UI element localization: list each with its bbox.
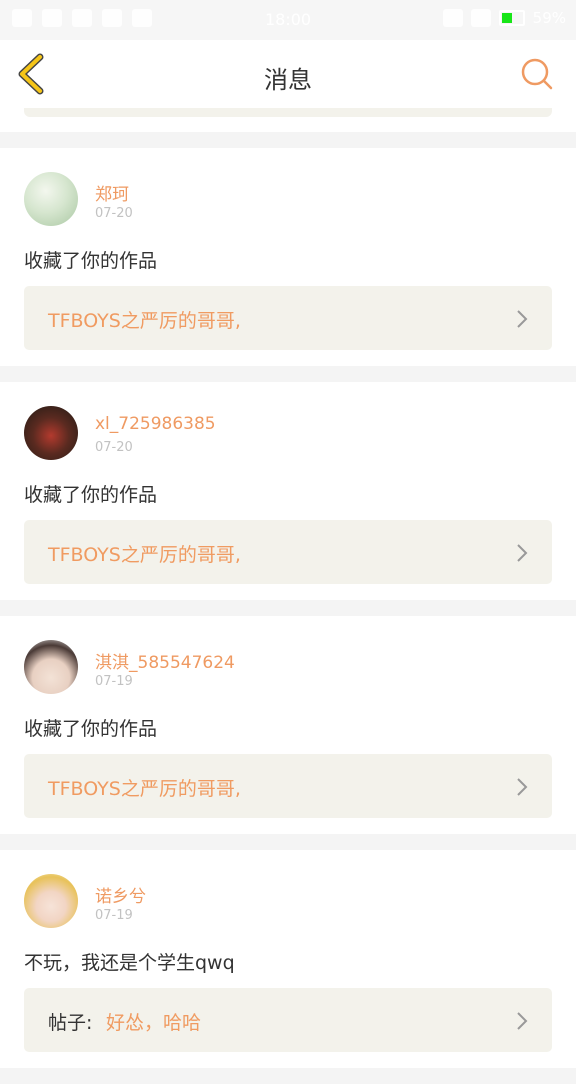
- status-icons-right: 59%: [442, 9, 566, 27]
- app-header: 消息: [0, 40, 576, 109]
- reference-box[interactable]: TFBOYS之严厉的哥哥,: [24, 286, 552, 350]
- message-item: 郑珂 07-20 收藏了你的作品 TFBOYS之严厉的哥哥,: [0, 148, 576, 366]
- chevron-right-icon: [517, 778, 528, 796]
- username[interactable]: 诺乡兮: [95, 882, 146, 907]
- reference-title: TFBOYS之严厉的哥哥,: [48, 778, 241, 800]
- reference-box[interactable]: TFBOYS之严厉的哥哥,: [24, 754, 552, 818]
- reference-label: 帖子:: [48, 1012, 93, 1034]
- username[interactable]: 淇淇_585547624: [95, 648, 235, 673]
- avatar[interactable]: [24, 406, 78, 460]
- reference-title: 好怂，哈哈: [106, 1012, 202, 1034]
- avatar[interactable]: [24, 640, 78, 694]
- username[interactable]: 郑珂: [95, 180, 129, 205]
- previous-message-card: [0, 108, 576, 132]
- message-date: 07-19: [95, 674, 133, 689]
- message-list: 郑珂 07-20 收藏了你的作品 TFBOYS之严厉的哥哥, xl_725986…: [0, 148, 576, 1084]
- message-text: 收藏了你的作品: [24, 718, 158, 740]
- wifi-icon: [442, 9, 463, 27]
- battery-icon: [498, 10, 525, 26]
- message-text: 不玩，我还是个学生qwq: [24, 952, 235, 974]
- avatar[interactable]: [24, 172, 78, 226]
- chevron-right-icon: [517, 1012, 528, 1030]
- battery-fill: [501, 13, 513, 23]
- reference-title: TFBOYS之严厉的哥哥,: [48, 544, 241, 566]
- status-bar: 18:00 59%: [0, 0, 576, 40]
- message-date: 07-19: [95, 908, 133, 923]
- message-text: 收藏了你的作品: [24, 250, 158, 272]
- message-item: 诺乡兮 07-19 不玩，我还是个学生qwq 帖子: 好怂，哈哈: [0, 850, 576, 1068]
- reference-box[interactable]: [24, 108, 552, 117]
- avatar[interactable]: [24, 874, 78, 928]
- reference-box[interactable]: TFBOYS之严厉的哥哥,: [24, 520, 552, 584]
- search-icon: [521, 58, 553, 90]
- message-item: xl_725986385 07-20 收藏了你的作品 TFBOYS之严厉的哥哥,: [0, 382, 576, 600]
- chevron-right-icon: [517, 310, 528, 328]
- message-date: 07-20: [95, 440, 133, 455]
- search-button[interactable]: [520, 57, 554, 91]
- username[interactable]: xl_725986385: [95, 414, 216, 434]
- reference-title: TFBOYS之严厉的哥哥,: [48, 310, 241, 332]
- message-date: 07-20: [95, 206, 133, 221]
- page-title: 消息: [264, 66, 312, 94]
- message-text: 收藏了你的作品: [24, 484, 158, 506]
- mobile-data-icon: [470, 9, 491, 27]
- message-item: 淇淇_585547624 07-19 收藏了你的作品 TFBOYS之严厉的哥哥,: [0, 616, 576, 834]
- battery-percent: 59%: [532, 9, 566, 27]
- chevron-right-icon: [517, 544, 528, 562]
- reference-box[interactable]: 帖子: 好怂，哈哈: [24, 988, 552, 1052]
